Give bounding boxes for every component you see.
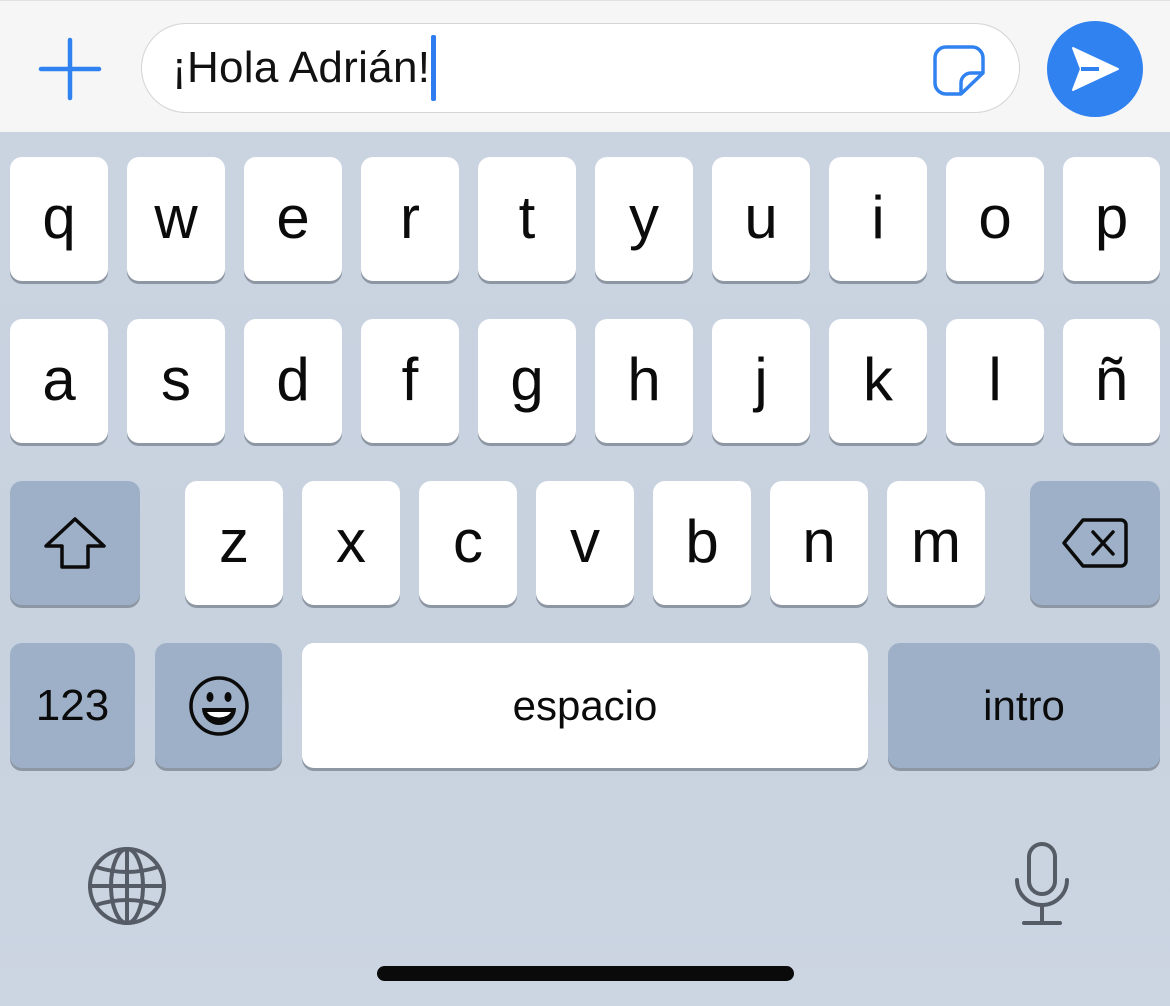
- message-text: ¡Hola Adrián!: [172, 43, 431, 92]
- space-key[interactable]: espacio: [302, 643, 868, 768]
- add-attachment-button[interactable]: [36, 35, 104, 103]
- emoji-key[interactable]: [155, 643, 282, 768]
- key-w[interactable]: w: [127, 157, 225, 281]
- key-b[interactable]: b: [653, 481, 751, 605]
- message-input[interactable]: ¡Hola Adrián!: [141, 23, 1020, 113]
- plus-icon: [38, 37, 102, 101]
- text-cursor: [431, 35, 437, 101]
- key-c[interactable]: c: [419, 481, 517, 605]
- key-j[interactable]: j: [712, 319, 810, 443]
- key-z[interactable]: z: [185, 481, 283, 605]
- sticker-icon: [933, 45, 985, 96]
- key-f[interactable]: f: [361, 319, 459, 443]
- key-m[interactable]: m: [887, 481, 985, 605]
- shift-icon: [44, 517, 106, 569]
- key-g[interactable]: g: [478, 319, 576, 443]
- shift-key[interactable]: [10, 481, 140, 605]
- send-button[interactable]: [1047, 21, 1143, 117]
- delete-key[interactable]: [1030, 481, 1160, 605]
- key-a[interactable]: a: [10, 319, 108, 443]
- key-l[interactable]: l: [946, 319, 1044, 443]
- key-n[interactable]: n: [770, 481, 868, 605]
- key-enye[interactable]: ñ: [1063, 319, 1160, 443]
- return-key[interactable]: intro: [888, 643, 1160, 768]
- keyboard: q w e r t y u i o p a s d f g h j k l ñ …: [0, 132, 1170, 1006]
- globe-button[interactable]: [82, 844, 172, 928]
- microphone-icon: [1015, 842, 1069, 925]
- globe-icon: [88, 847, 166, 925]
- key-x[interactable]: x: [302, 481, 400, 605]
- key-d[interactable]: d: [244, 319, 342, 443]
- compose-bar: ¡Hola Adrián!: [0, 0, 1170, 132]
- key-q[interactable]: q: [10, 157, 108, 281]
- delete-icon: [1062, 518, 1128, 568]
- key-o[interactable]: o: [946, 157, 1044, 281]
- key-h[interactable]: h: [595, 319, 693, 443]
- key-y[interactable]: y: [595, 157, 693, 281]
- key-t[interactable]: t: [478, 157, 576, 281]
- sticker-button[interactable]: [929, 42, 989, 98]
- key-u[interactable]: u: [712, 157, 810, 281]
- emoji-icon: [188, 675, 249, 736]
- key-p[interactable]: p: [1063, 157, 1160, 281]
- numbers-key[interactable]: 123: [10, 643, 135, 768]
- dictation-button[interactable]: [1000, 836, 1084, 932]
- key-i[interactable]: i: [829, 157, 927, 281]
- key-s[interactable]: s: [127, 319, 225, 443]
- key-k[interactable]: k: [829, 319, 927, 443]
- home-indicator[interactable]: [377, 966, 794, 981]
- key-e[interactable]: e: [244, 157, 342, 281]
- send-icon: [1072, 47, 1119, 91]
- key-v[interactable]: v: [536, 481, 634, 605]
- key-r[interactable]: r: [361, 157, 459, 281]
